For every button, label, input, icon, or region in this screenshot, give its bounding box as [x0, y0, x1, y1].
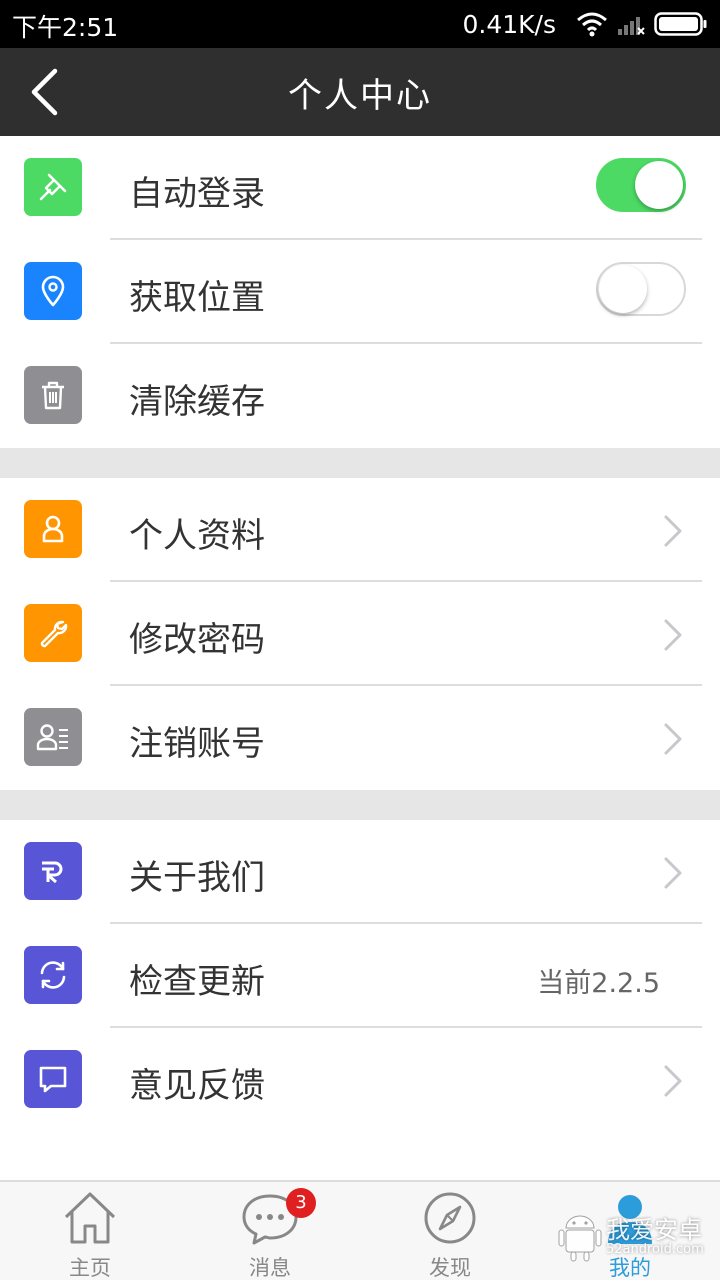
switch-knob — [599, 265, 647, 313]
status-time: 下午2:51 — [12, 13, 119, 42]
row-profile[interactable]: 个人资料 — [0, 478, 720, 582]
watermark-text: 我爱安卓 — [606, 1216, 702, 1244]
chevron-right-icon — [664, 723, 682, 755]
row-label: 意见反馈 — [129, 1066, 265, 1106]
row-label: 自动登录 — [129, 174, 265, 214]
row-icon-container — [24, 946, 82, 1004]
switch-knob — [635, 161, 683, 209]
group-separator — [0, 790, 720, 820]
trash-icon — [42, 381, 64, 410]
battery-icon — [654, 12, 707, 36]
row-label: 修改密码 — [129, 620, 265, 660]
settings-group-about: 关于我们 检查更新 当前2.2.5 意见反馈 — [0, 820, 720, 1132]
chevron-right-icon — [664, 1065, 682, 1097]
tab-messages[interactable]: 3 消息 — [180, 1182, 360, 1280]
logo-r-icon — [42, 861, 63, 884]
chat-bubble-icon — [39, 1066, 67, 1093]
row-icon-container — [24, 366, 82, 424]
settings-group-general: 自动登录 获取位置 清除缓存 — [0, 136, 720, 448]
row-icon-container — [24, 708, 82, 766]
get-location-switch[interactable] — [596, 262, 686, 316]
row-label: 关于我们 — [129, 858, 265, 898]
android-robot-icon — [558, 1215, 602, 1262]
network-speed: 0.41K/s — [462, 9, 556, 39]
wifi-icon — [577, 12, 607, 37]
row-delete-account[interactable]: 注销账号 — [0, 686, 720, 790]
row-auto-login[interactable]: 自动登录 — [0, 136, 720, 240]
watermark-subtext: 52android.com — [606, 1242, 704, 1257]
row-icon-container — [24, 500, 82, 558]
watermark: 我爱安卓 52android.com — [558, 1206, 708, 1266]
refresh-icon — [40, 961, 66, 989]
page-title: 个人中心 — [288, 76, 432, 116]
tab-label: 发现 — [429, 1256, 471, 1280]
row-icon-container — [24, 158, 82, 216]
profile-icon — [42, 515, 64, 543]
row-label: 个人资料 — [129, 516, 265, 556]
row-get-location[interactable]: 获取位置 — [0, 240, 720, 344]
tab-label: 主页 — [69, 1256, 111, 1280]
chevron-right-icon — [664, 619, 682, 651]
cellular-signal-icon — [618, 17, 645, 35]
row-clear-cache[interactable]: 清除缓存 — [0, 344, 720, 448]
row-label: 注销账号 — [129, 724, 265, 764]
status-bar: 下午2:51 0.41K/s — [0, 0, 720, 48]
current-version: 当前2.2.5 — [537, 968, 660, 999]
status-indicators: 0.41K/s — [462, 7, 708, 41]
row-icon-container — [24, 262, 82, 320]
tab-discover[interactable]: 发现 — [360, 1182, 540, 1280]
account-list-icon — [36, 724, 68, 751]
row-icon-container — [24, 1050, 82, 1108]
home-icon — [60, 1188, 120, 1248]
tab-home[interactable]: 主页 — [0, 1182, 180, 1280]
chevron-right-icon — [664, 857, 682, 889]
location-icon — [41, 275, 65, 307]
settings-group-account: 个人资料 修改密码 注销账号 — [0, 478, 720, 790]
row-about-us[interactable]: 关于我们 — [0, 820, 720, 924]
message-badge: 3 — [286, 1188, 316, 1218]
wrench-icon — [40, 620, 68, 648]
pin-icon — [39, 173, 67, 201]
row-label: 获取位置 — [129, 278, 265, 318]
row-feedback[interactable]: 意见反馈 — [0, 1028, 720, 1132]
nav-bar: 个人中心 — [0, 48, 720, 136]
tab-label: 消息 — [249, 1256, 291, 1280]
row-check-update[interactable]: 检查更新 当前2.2.5 — [0, 924, 720, 1028]
compass-icon — [420, 1188, 480, 1248]
row-icon-container — [24, 842, 82, 900]
row-change-password[interactable]: 修改密码 — [0, 582, 720, 686]
chevron-right-icon — [664, 515, 682, 547]
group-separator — [0, 448, 720, 478]
settings-list: 自动登录 获取位置 清除缓存 个人资料 修改密码 注销账号 关于我们 检查更新 … — [0, 136, 720, 1132]
auto-login-switch[interactable] — [596, 158, 686, 212]
row-label: 清除缓存 — [129, 382, 265, 422]
row-icon-container — [24, 604, 82, 662]
row-label: 检查更新 — [129, 962, 265, 1002]
